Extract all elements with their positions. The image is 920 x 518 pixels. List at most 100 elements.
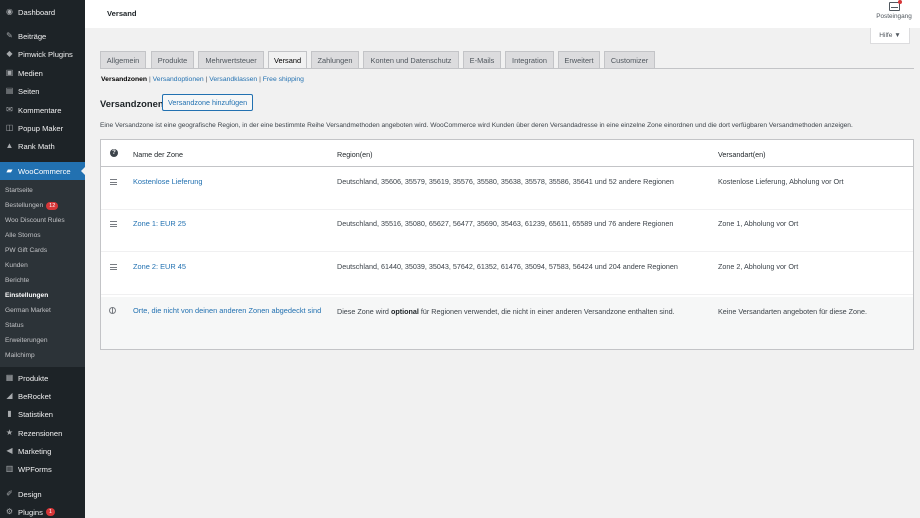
column-header-region: Region(en): [337, 150, 373, 159]
media-icon: ▣: [5, 68, 14, 77]
zone-regions: Diese Zone wird optional für Regionen ve…: [337, 307, 675, 316]
pin-icon: ✎: [6, 31, 13, 40]
table-row: Zone 1: EUR 25 Deutschland, 35516, 35080…: [101, 209, 913, 252]
tab-customizer[interactable]: Customizer: [604, 51, 655, 68]
tab-integration[interactable]: Integration: [505, 51, 554, 68]
table-row-other-locations: Orte, die nicht von deinen anderen Zonen…: [101, 297, 913, 349]
sidebar-item-woocommerce[interactable]: ▰ WooCommerce: [0, 162, 85, 180]
help-tab-button[interactable]: Hilfe ▼: [870, 28, 910, 44]
zone-methods: Zone 1, Abholung vor Ort: [718, 219, 799, 228]
dashboard-icon: ◉: [6, 7, 13, 16]
sidebar-item-beitraege[interactable]: ✎ Beiträge: [0, 27, 85, 45]
submenu-item-status[interactable]: Status: [5, 322, 24, 329]
page-header: Versand Posteingang: [85, 0, 920, 28]
admin-sidebar: Startseite Bestellungen 12 Woo Discount R…: [0, 0, 85, 518]
sidebar-item-berocket[interactable]: ◢ BeRocket: [0, 387, 85, 405]
sidebar-item-rezensionen[interactable]: ★ Rezensionen: [0, 424, 85, 442]
woocommerce-submenu: Startseite Bestellungen 12 Woo Discount R…: [0, 180, 85, 367]
section-title: Versandzonen: [100, 98, 164, 109]
plug-icon: ⚙: [5, 507, 14, 516]
sidebar-item-popup-maker[interactable]: ◫ Popup Maker: [0, 119, 85, 137]
sidebar-item-produkte[interactable]: ▦ Produkte: [0, 369, 85, 387]
subnav-versandklassen[interactable]: Versandklassen: [209, 76, 257, 83]
globe-icon: [109, 307, 116, 314]
sidebar-item-seiten[interactable]: ▤ Seiten: [0, 82, 85, 100]
section-description: Eine Versandzone ist eine geografische R…: [100, 122, 853, 129]
rocket-icon: ◢: [6, 391, 13, 400]
stats-icon: ▮: [7, 409, 12, 418]
sidebar-item-kommentare[interactable]: ✉ Kommentare: [0, 101, 85, 119]
submenu-item-berichte[interactable]: Berichte: [5, 277, 29, 284]
submenu-item-german-market[interactable]: German Market: [5, 307, 51, 314]
tab-versand[interactable]: Versand: [268, 51, 307, 69]
submenu-item-startseite[interactable]: Startseite: [5, 187, 33, 194]
current-menu-arrow: [81, 167, 85, 175]
submenu-item-einstellungen[interactable]: Einstellungen: [5, 292, 48, 299]
sidebar-item-wpforms[interactable]: ▥ WPForms: [0, 460, 85, 478]
submenu-item-kunden[interactable]: Kunden: [5, 262, 28, 269]
sidebar-item-rank-math[interactable]: ▲ Rank Math: [0, 137, 85, 155]
inbox-label: Posteingang: [876, 13, 912, 20]
popup-icon: ◫: [5, 123, 14, 132]
sidebar-item-plugins[interactable]: ⚙ Plugins 1: [0, 503, 85, 518]
box-icon: ▦: [5, 373, 14, 382]
tab-erweitert[interactable]: Erweitert: [558, 51, 600, 68]
chart-icon: ▲: [5, 141, 14, 150]
brush-icon: ✐: [6, 489, 13, 498]
subnav-versandoptionen[interactable]: Versandoptionen: [153, 76, 204, 83]
page-icon: ▤: [5, 86, 14, 95]
add-shipping-zone-button[interactable]: Versandzone hinzufügen: [162, 94, 254, 111]
submenu-item-discount-rules[interactable]: Woo Discount Rules: [5, 217, 65, 224]
shipping-subnav: Versandzonen | Versandoptionen | Versand…: [101, 76, 304, 83]
zone-name-link[interactable]: Kostenlose Lieferung: [133, 177, 202, 186]
shipping-zones-table: ? Name der Zone Region(en) Versandart(en…: [100, 139, 914, 350]
table-row: Kostenlose Lieferung Deutschland, 35606,…: [101, 167, 913, 210]
plugin-icon: ◆: [6, 49, 13, 58]
zone-regions: Deutschland, 35516, 35080, 65627, 56477,…: [337, 219, 674, 228]
help-icon[interactable]: ?: [110, 149, 118, 157]
zone-name-link[interactable]: Zone 2: EUR 45: [133, 262, 186, 271]
tab-konten-datenschutz[interactable]: Konten und Datenschutz: [363, 51, 459, 68]
zone-name-link[interactable]: Orte, die nicht von deinen anderen Zonen…: [133, 305, 323, 317]
drag-handle-icon[interactable]: [110, 221, 117, 229]
inbox-icon: [888, 0, 902, 11]
tab-allgemein[interactable]: Allgemein: [100, 51, 146, 68]
sidebar-item-design[interactable]: ✐ Design: [0, 485, 85, 503]
sidebar-item-medien[interactable]: ▣ Medien: [0, 64, 85, 82]
column-header-name: Name der Zone: [133, 150, 183, 159]
zone-regions: Deutschland, 61440, 35039, 35043, 57642,…: [337, 262, 678, 271]
submenu-item-erweiterungen[interactable]: Erweiterungen: [5, 337, 48, 344]
page-title: Versand: [107, 9, 137, 18]
sidebar-item-marketing[interactable]: ◀ Marketing: [0, 442, 85, 460]
tab-emails[interactable]: E-Mails: [463, 51, 501, 68]
comment-icon: ✉: [6, 105, 13, 114]
zone-regions: Deutschland, 35606, 35579, 35619, 35576,…: [337, 177, 674, 186]
star-icon: ★: [5, 428, 14, 437]
orders-count-badge: 12: [46, 202, 59, 210]
tab-divider: [100, 68, 914, 69]
tab-mehrwertsteuer[interactable]: Mehrwertsteuer: [198, 51, 264, 68]
zone-name-link[interactable]: Zone 1: EUR 25: [133, 219, 186, 228]
tab-zahlungen[interactable]: Zahlungen: [311, 51, 359, 68]
subnav-versandzonen[interactable]: Versandzonen: [101, 76, 147, 83]
woo-icon: ▰: [6, 166, 13, 175]
sidebar-item-statistiken[interactable]: ▮ Statistiken: [0, 405, 85, 423]
submenu-item-stornos[interactable]: Alle Stornos: [5, 232, 41, 239]
sidebar-item-dashboard[interactable]: ◉ Dashboard: [0, 3, 85, 21]
submenu-item-gift-cards[interactable]: PW Gift Cards: [5, 247, 47, 254]
table-row: Zone 2: EUR 45 Deutschland, 61440, 35039…: [101, 252, 913, 295]
megaphone-icon: ◀: [6, 446, 13, 455]
drag-handle-icon[interactable]: [110, 264, 117, 272]
zone-methods: Kostenlose Lieferung, Abholung vor Ort: [718, 177, 844, 186]
column-header-method: Versandart(en): [718, 150, 766, 159]
sidebar-item-pimwick-plugins[interactable]: ◆ Pimwick Plugins: [0, 45, 85, 63]
zone-methods: Zone 2, Abholung vor Ort: [718, 262, 799, 271]
subnav-free-shipping[interactable]: Free shipping: [263, 76, 304, 83]
plugins-update-badge: 1: [45, 508, 56, 516]
table-header: ? Name der Zone Region(en) Versandart(en…: [101, 140, 913, 167]
submenu-item-bestellungen[interactable]: Bestellungen 12: [5, 202, 59, 210]
tab-produkte[interactable]: Produkte: [151, 51, 194, 68]
submenu-item-mailchimp[interactable]: Mailchimp: [5, 352, 35, 359]
inbox-button[interactable]: Posteingang: [874, 0, 914, 20]
drag-handle-icon[interactable]: [110, 179, 117, 187]
